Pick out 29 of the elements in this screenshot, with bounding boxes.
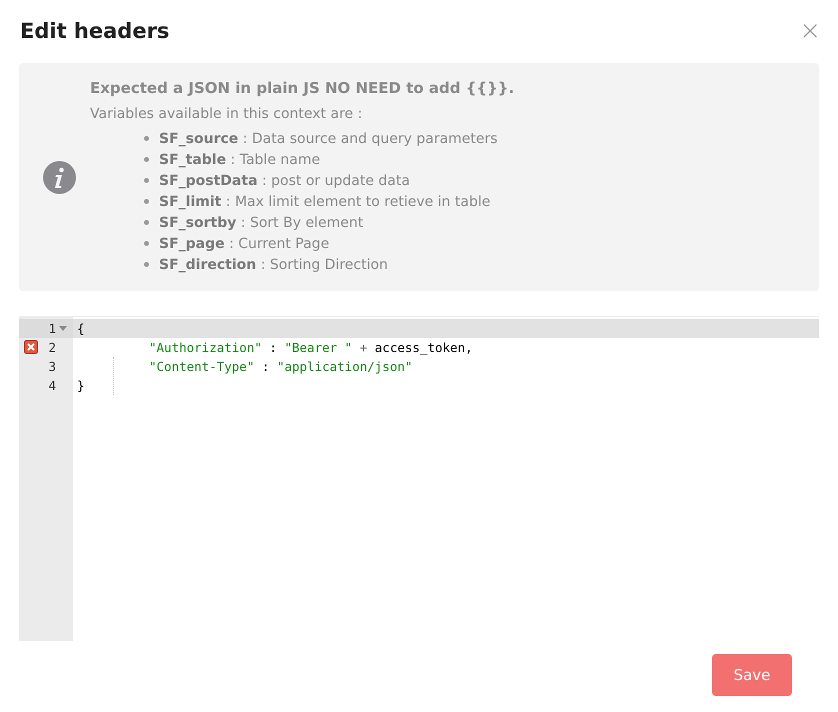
close-button[interactable]: × xyxy=(799,18,821,44)
bullet-icon xyxy=(144,241,149,246)
bullet-icon xyxy=(144,199,149,204)
variable-description: SF_sortby : Sort By element xyxy=(159,214,364,230)
info-intro: Variables available in this context are : xyxy=(90,106,364,122)
bullet-icon xyxy=(144,178,149,183)
code-line: "Authorization" : "Bearer " + access_token, xyxy=(148,339,474,357)
variable-description: SF_direction : Sorting Direction xyxy=(159,256,388,272)
bullet-icon xyxy=(144,157,149,162)
code-editor[interactable]: 1 2 3 4 { "Authorization" : "Bearer " + access_token, "Content-Type" : "application/json" } xyxy=(19,316,819,641)
dialog-title: Edit headers xyxy=(19,19,170,43)
bullet-icon xyxy=(144,136,149,141)
info-icon xyxy=(43,160,76,194)
line-number: 3 xyxy=(48,359,56,374)
variable-description: SF_page : Current Page xyxy=(159,236,330,252)
variable-description: SF_limit : Max limit element to retieve in table xyxy=(159,194,490,210)
line-number: 2 xyxy=(48,340,56,355)
fold-arrow-icon[interactable] xyxy=(59,326,67,332)
variable-description: SF_table : Table name xyxy=(159,152,320,168)
save-button[interactable]: Save xyxy=(712,654,792,696)
variable-description: SF_postData : post or update data xyxy=(159,172,410,188)
variable-description: SF_source : Data source and query parameters xyxy=(159,130,498,146)
line-number: 4 xyxy=(48,378,56,393)
info-heading: Expected a JSON in plain JS NO NEED to add {{}}. xyxy=(90,79,514,97)
code-line: } xyxy=(76,377,86,395)
bullet-icon xyxy=(144,220,149,225)
line-number: 1 xyxy=(48,321,56,336)
code-line: "Content-Type" : "application/json" xyxy=(148,358,414,376)
bullet-icon xyxy=(144,262,149,267)
